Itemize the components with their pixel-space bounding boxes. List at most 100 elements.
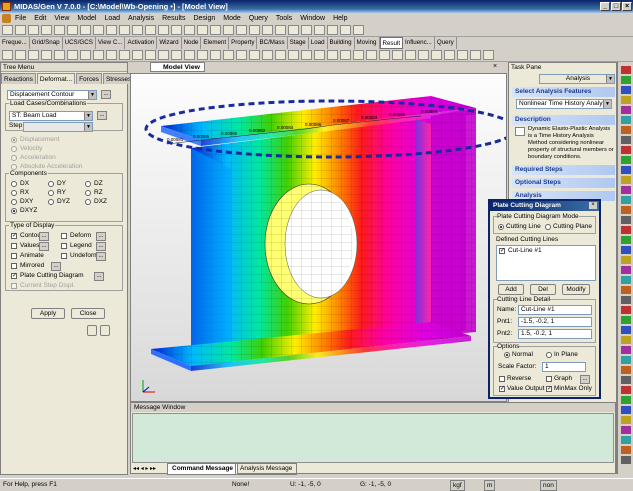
toolbar-button-icon[interactable] bbox=[210, 25, 221, 35]
result-type-options-button[interactable]: ... bbox=[101, 90, 111, 99]
result-tool-icon[interactable] bbox=[171, 50, 182, 60]
toolbar-button-icon[interactable] bbox=[158, 25, 169, 35]
side-tool-icon[interactable] bbox=[621, 216, 631, 224]
menu-tools[interactable]: Tools bbox=[275, 13, 293, 24]
toolbar-button-icon[interactable] bbox=[288, 25, 299, 35]
message-area[interactable] bbox=[132, 413, 614, 463]
result-tool-icon[interactable] bbox=[457, 50, 468, 60]
result-tool-icon[interactable] bbox=[197, 50, 208, 60]
toolbar-button-icon[interactable] bbox=[106, 25, 117, 35]
minmax-checkbox[interactable]: ✓ bbox=[546, 386, 552, 392]
side-tool-icon[interactable] bbox=[621, 146, 631, 154]
result-tool-icon[interactable] bbox=[15, 50, 26, 60]
result-tool-icon[interactable] bbox=[93, 50, 104, 60]
toolbar-button-icon[interactable] bbox=[353, 25, 364, 35]
tab-view-c[interactable]: View C... bbox=[96, 37, 126, 49]
tab-moving[interactable]: Moving bbox=[355, 37, 380, 49]
side-tool-icon[interactable] bbox=[621, 66, 631, 74]
result-tool-icon[interactable] bbox=[80, 50, 91, 60]
display-checkbox[interactable] bbox=[11, 243, 17, 249]
result-tool-icon[interactable] bbox=[366, 50, 377, 60]
toolbar-button-icon[interactable] bbox=[340, 25, 351, 35]
task-pane-title-select[interactable]: Analysis ▼ bbox=[539, 74, 615, 84]
tab-activation[interactable]: Activation bbox=[125, 37, 158, 49]
toolbar-button-icon[interactable] bbox=[184, 25, 195, 35]
result-tool-icon[interactable] bbox=[119, 50, 130, 60]
result-tool-icon[interactable] bbox=[483, 50, 494, 60]
component-radio[interactable] bbox=[48, 190, 54, 196]
tab-wizard[interactable]: Wizard bbox=[157, 37, 182, 49]
menu-model[interactable]: Model bbox=[76, 13, 97, 24]
side-tool-icon[interactable] bbox=[621, 96, 631, 104]
component-radio[interactable] bbox=[85, 199, 91, 205]
result-tool-icon[interactable] bbox=[249, 50, 260, 60]
component-radio[interactable] bbox=[48, 181, 54, 187]
menu-load[interactable]: Load bbox=[103, 13, 121, 24]
result-tool-icon[interactable] bbox=[210, 50, 221, 60]
side-tool-icon[interactable] bbox=[621, 316, 631, 324]
display-options-button[interactable]: ... bbox=[39, 232, 49, 241]
tab-property[interactable]: Property bbox=[229, 37, 258, 49]
side-tool-icon[interactable] bbox=[621, 426, 631, 434]
side-tool-icon[interactable] bbox=[621, 266, 631, 274]
copy-icon[interactable] bbox=[100, 325, 110, 336]
side-tool-icon[interactable] bbox=[621, 436, 631, 444]
result-type-select[interactable]: Displacement Contour ▼ bbox=[7, 90, 97, 100]
close-tree-button[interactable]: Close bbox=[71, 308, 105, 319]
toolbar-button-icon[interactable] bbox=[2, 25, 13, 35]
side-tool-icon[interactable] bbox=[621, 116, 631, 124]
result-tool-icon[interactable] bbox=[275, 50, 286, 60]
tab-freque[interactable]: Freque... bbox=[0, 37, 30, 49]
side-tool-icon[interactable] bbox=[621, 406, 631, 414]
folder-icon[interactable] bbox=[87, 325, 97, 336]
result-tool-icon[interactable] bbox=[67, 50, 78, 60]
inplane-radio[interactable] bbox=[546, 352, 552, 358]
tab-forces[interactable]: Forces bbox=[76, 73, 102, 84]
side-tool-icon[interactable] bbox=[621, 126, 631, 134]
side-tool-icon[interactable] bbox=[621, 106, 631, 114]
add-button[interactable]: Add bbox=[498, 284, 524, 295]
result-tool-icon[interactable] bbox=[379, 50, 390, 60]
tab-element[interactable]: Element bbox=[201, 37, 230, 49]
tab-result[interactable]: Result bbox=[379, 37, 404, 49]
side-tool-icon[interactable] bbox=[621, 256, 631, 264]
toolbar-button-icon[interactable] bbox=[80, 25, 91, 35]
toolbar-button-icon[interactable] bbox=[132, 25, 143, 35]
display-checkbox[interactable] bbox=[61, 233, 67, 239]
side-tool-icon[interactable] bbox=[621, 446, 631, 454]
result-tool-icon[interactable] bbox=[158, 50, 169, 60]
result-tool-icon[interactable] bbox=[340, 50, 351, 60]
side-tool-icon[interactable] bbox=[621, 186, 631, 194]
side-tool-icon[interactable] bbox=[621, 136, 631, 144]
menu-view[interactable]: View bbox=[53, 13, 70, 24]
result-tool-icon[interactable] bbox=[132, 50, 143, 60]
scale-factor-input[interactable]: 1 bbox=[542, 362, 586, 372]
display-options-button[interactable]: ... bbox=[39, 242, 49, 251]
side-tool-icon[interactable] bbox=[621, 236, 631, 244]
side-tool-icon[interactable] bbox=[621, 346, 631, 354]
toolbar-button-icon[interactable] bbox=[28, 25, 39, 35]
feature-select[interactable]: Nonlinear Time History Analysis ▼ bbox=[516, 99, 612, 109]
display-options-button[interactable]: ... bbox=[51, 262, 61, 271]
result-tool-icon[interactable] bbox=[41, 50, 52, 60]
result-tool-icon[interactable] bbox=[28, 50, 39, 60]
display-options-button[interactable]: ... bbox=[96, 232, 106, 241]
side-tool-icon[interactable] bbox=[621, 176, 631, 184]
close-button[interactable]: × bbox=[622, 2, 632, 11]
pnt2-input[interactable]: 1.5, -0.2, 1 bbox=[518, 329, 592, 339]
optional-steps-header[interactable]: Optional Steps bbox=[512, 178, 615, 188]
side-tool-icon[interactable] bbox=[621, 166, 631, 174]
mode-radio[interactable] bbox=[11, 137, 17, 143]
toolbar-button-icon[interactable] bbox=[314, 25, 325, 35]
side-tool-icon[interactable] bbox=[621, 86, 631, 94]
result-tool-icon[interactable] bbox=[236, 50, 247, 60]
filter-select[interactable]: non bbox=[540, 480, 557, 491]
display-checkbox[interactable] bbox=[61, 253, 67, 259]
unit-length-select[interactable]: m bbox=[484, 480, 496, 491]
result-tool-icon[interactable] bbox=[444, 50, 455, 60]
display-checkbox[interactable] bbox=[11, 263, 17, 269]
value-output-checkbox[interactable]: ✓ bbox=[499, 386, 505, 392]
result-tool-icon[interactable] bbox=[418, 50, 429, 60]
side-tool-icon[interactable] bbox=[621, 416, 631, 424]
result-tool-icon[interactable] bbox=[223, 50, 234, 60]
